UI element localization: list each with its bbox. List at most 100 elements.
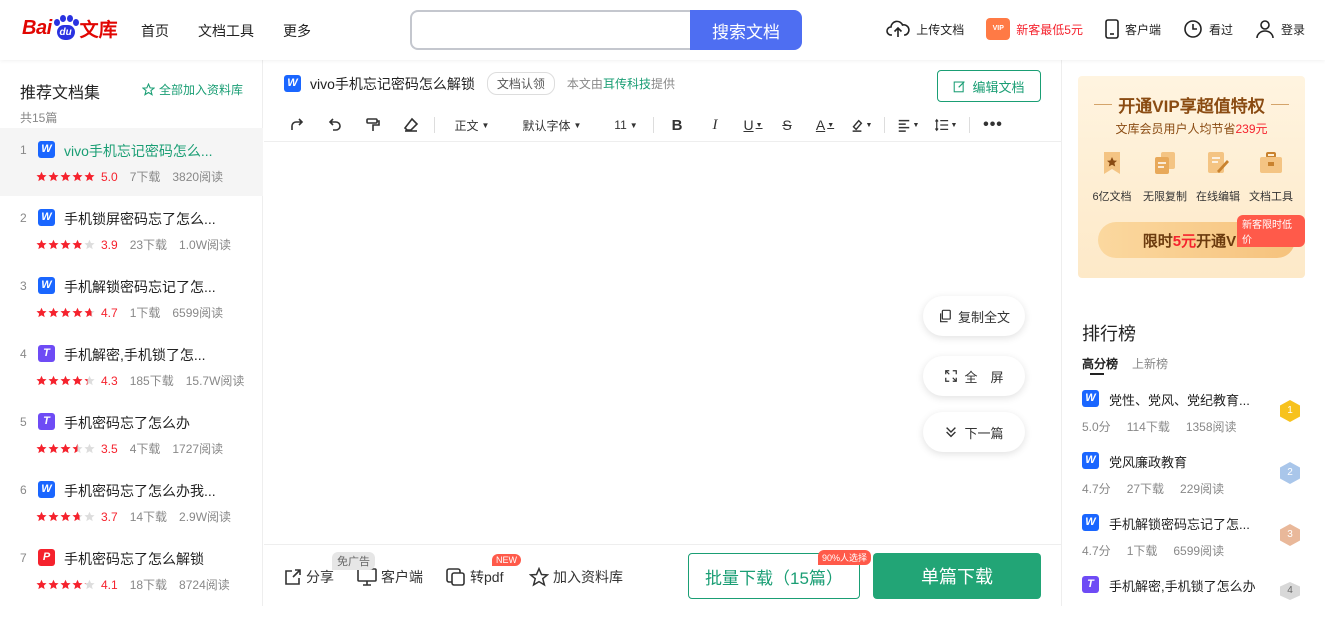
italic-icon[interactable]: I xyxy=(702,113,728,137)
claim-doc-button[interactable]: 文档认领 xyxy=(486,72,555,95)
vip-features: 6亿文档 无限复制 在线编辑 文档工具 xyxy=(1086,150,1297,204)
search-button[interactable]: 搜索文档 xyxy=(690,10,802,50)
doc-downloads: 4下载 xyxy=(129,442,161,456)
phone-icon xyxy=(1105,19,1119,39)
doc-item-title: 手机锁屏密码忘了怎么... xyxy=(64,211,216,227)
to-pdf-label: 转pdf xyxy=(470,569,504,585)
font-size-select[interactable]: 11 ▼ xyxy=(609,113,643,137)
to-pdf-button[interactable]: 转pdf xyxy=(446,567,503,587)
rating-star-icon xyxy=(48,171,59,182)
history-button[interactable]: 看过 xyxy=(1183,19,1233,39)
share-button[interactable]: 分享 xyxy=(284,567,334,587)
doc-list-item[interactable]: 5 T 手机密码忘了怎么办 3.5 4下载 1727阅读 xyxy=(0,400,263,468)
ranking-title: 排行榜 xyxy=(1082,324,1136,344)
rating-star-icon xyxy=(60,239,71,250)
history-label: 看过 xyxy=(1208,22,1233,37)
vip-sub-amount: 239元 xyxy=(1235,122,1268,136)
doc-downloads: 185下载 xyxy=(129,374,174,388)
paragraph-style-value: 正文 xyxy=(454,118,479,133)
open-vip-price: 5元 xyxy=(1172,232,1197,250)
baidu-wenku-logo[interactable]: Bai du 文库 xyxy=(22,12,118,44)
provider-suffix: 提供 xyxy=(650,77,675,91)
ranking-item[interactable]: W 手机解锁密码忘记了怎... 4.7分 1下载 6599阅读 3 xyxy=(1082,514,1312,576)
paragraph-style-select[interactable]: 正文 ▼ xyxy=(447,113,497,137)
copy-icon xyxy=(939,309,951,323)
doc-list-item[interactable]: 6 W 手机密码忘了怎么办我... 3.7 14下载 2.9W阅读 xyxy=(0,468,263,536)
single-download-button[interactable]: 单篇下载 xyxy=(873,553,1041,599)
nav-home[interactable]: 首页 xyxy=(141,21,169,41)
doc-list-item[interactable]: 7 P 手机密码忘了怎么解锁 4.1 18下载 8724阅读 xyxy=(0,536,263,604)
sidebar-count: 共15篇 xyxy=(20,111,58,125)
toolbar-divider xyxy=(969,117,970,133)
doc-type-icon: W xyxy=(38,141,55,158)
client-button[interactable]: 客户端 xyxy=(1105,19,1161,39)
highlight-icon[interactable]: ▼ xyxy=(848,113,874,137)
doc-rank-number: 3 xyxy=(20,279,27,293)
ranking-item-meta xyxy=(1082,604,1130,618)
fullscreen-button[interactable]: 全 屏 xyxy=(923,356,1025,396)
provider-prefix: 本文由 xyxy=(566,77,603,91)
rank-medal-badge: 3 xyxy=(1280,524,1300,546)
ranking-item[interactable]: T 手机解密,手机锁了怎么办 4 xyxy=(1082,576,1312,638)
edit-doc-button[interactable]: 编辑文档 xyxy=(937,70,1041,102)
feature-docs-label: 6亿文档 xyxy=(1092,191,1132,203)
caret-down-icon: ▼ xyxy=(629,120,638,130)
client-download-button[interactable]: 客户端 xyxy=(357,567,423,587)
ranking-item[interactable]: W 党性、党风、党纪教育... 5.0分 114下载 1358阅读 1 xyxy=(1082,390,1312,452)
tab-top-rated[interactable]: 高分榜 xyxy=(1082,355,1118,375)
doc-downloads: 7下载 xyxy=(129,170,161,184)
user-icon xyxy=(1256,20,1274,39)
doc-item-title: 手机密码忘了怎么办 xyxy=(64,415,190,431)
doc-reads: 8724阅读 xyxy=(179,578,230,592)
redo-icon[interactable] xyxy=(284,113,310,137)
feature-tools-label: 文档工具 xyxy=(1249,191,1293,203)
doc-rank-number: 1 xyxy=(20,143,27,157)
tab-newest[interactable]: 上新榜 xyxy=(1132,355,1168,372)
nav-doc-tools[interactable]: 文档工具 xyxy=(198,21,254,41)
cloud-upload-icon xyxy=(886,20,910,37)
search-input[interactable] xyxy=(410,10,692,50)
doc-list-item[interactable]: 1 Wvivo手机忘记密码怎么... 5.0 7下载 3820阅读 xyxy=(0,128,263,196)
doc-rank-number: 4 xyxy=(20,347,27,361)
logo-du: du xyxy=(56,25,75,40)
recommended-sidebar: 推荐文档集 共15篇 全部加入资料库 1 Wvivo手机忘记密码怎么... 5.0 7… xyxy=(0,60,263,606)
sidebar-header: 推荐文档集 共15篇 全部加入资料库 xyxy=(20,79,250,126)
format-painter-icon[interactable] xyxy=(360,113,386,137)
undo-icon[interactable] xyxy=(322,113,348,137)
toolbar-divider-line xyxy=(264,141,1061,142)
rating-star-icon xyxy=(60,579,71,590)
ranking-item[interactable]: W 党风廉政教育 4.7分 27下载 229阅读 2 xyxy=(1082,452,1312,514)
ranking-downloads: 27下载 xyxy=(1126,482,1165,496)
font-family-select[interactable]: 默认字体 ▼ xyxy=(517,113,587,137)
doc-list-item[interactable]: 3 W 手机解锁密码忘记了怎... 4.7 1下载 6599阅读 xyxy=(0,264,263,332)
eraser-icon[interactable] xyxy=(398,113,424,137)
strikethrough-icon[interactable]: S xyxy=(774,113,800,137)
toolbar-divider xyxy=(434,117,435,133)
provider-org-link[interactable]: 耳传科技 xyxy=(603,77,651,91)
rating-star-icon xyxy=(36,307,47,318)
doc-type-icon: W xyxy=(1082,514,1099,531)
copy-docs-icon xyxy=(1155,152,1175,174)
rating-star-icon xyxy=(48,579,59,590)
font-color-icon[interactable]: A ▼ xyxy=(812,113,838,137)
add-library-button[interactable]: 加入资料库 xyxy=(529,567,623,587)
doc-list-item[interactable]: 2 W 手机锁屏密码忘了怎么... 3.9 23下载 1.0W阅读 xyxy=(0,196,263,264)
doc-type-icon: W xyxy=(38,209,55,226)
vip-card[interactable]: 开通VIP享超值特权 文库会员用户人均节省239元 6亿文档 无限复制 在线编辑… xyxy=(1078,76,1305,278)
toolbar-divider xyxy=(884,117,885,133)
add-all-button[interactable]: 全部加入资料库 xyxy=(141,81,243,98)
doc-score: 3.5 xyxy=(101,441,118,456)
underline-icon[interactable]: U ▼ xyxy=(740,113,766,137)
doc-list-item[interactable]: 4 T 手机解密,手机锁了怎... 4.3 185下载 15.7W阅读 xyxy=(0,332,263,400)
align-icon[interactable]: ▼ xyxy=(895,113,921,137)
rating-star-icon xyxy=(36,375,47,386)
vip-promo-button[interactable]: VIP 新客最低5元 xyxy=(986,18,1083,40)
next-doc-button[interactable]: 下一篇 xyxy=(923,412,1025,452)
more-options-icon[interactable]: ••• xyxy=(980,113,1006,137)
bold-icon[interactable]: B xyxy=(664,113,690,137)
nav-more[interactable]: 更多 xyxy=(283,21,311,41)
upload-button[interactable]: 上传文档 xyxy=(886,19,964,39)
copy-all-button[interactable]: 复制全文 xyxy=(923,296,1025,336)
login-button[interactable]: 登录 xyxy=(1255,19,1305,39)
line-spacing-icon[interactable]: ▼ xyxy=(933,113,959,137)
